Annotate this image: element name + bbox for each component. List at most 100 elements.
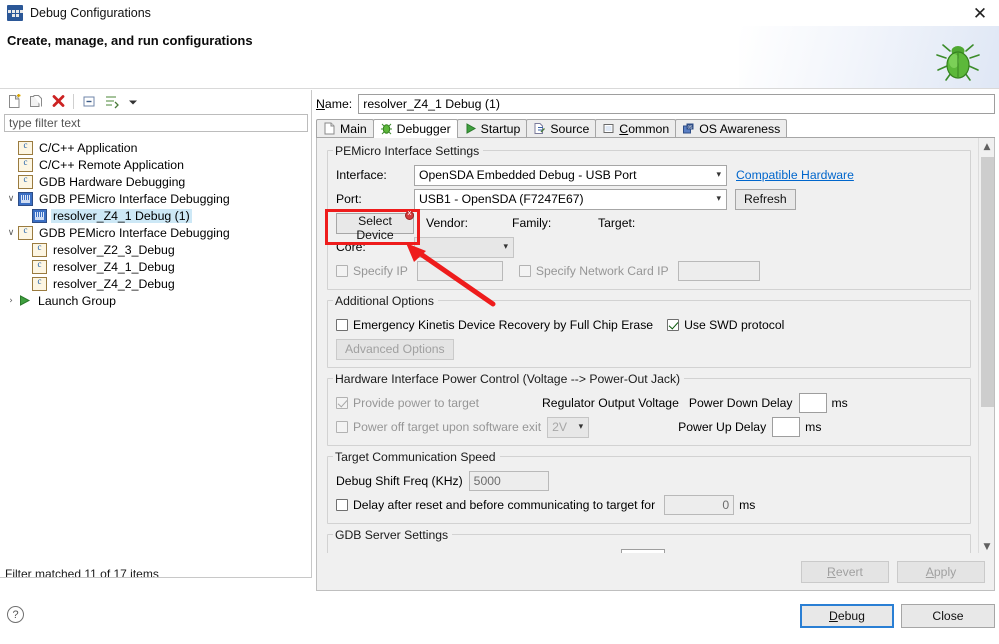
core-row: Core: ▾	[336, 235, 962, 259]
interface-label: Interface:	[336, 168, 414, 182]
tree-item-selected[interactable]: resolver_Z4_1 Debug (1)	[4, 207, 308, 224]
tree-item[interactable]: GDB Hardware Debugging	[4, 173, 308, 190]
power-down-delay-input[interactable]	[799, 393, 827, 413]
os-awareness-icon: 05	[682, 122, 695, 135]
close-icon[interactable]: ✕	[969, 3, 991, 25]
select-device-button[interactable]: Select Device	[336, 213, 414, 234]
close-button[interactable]: Close	[901, 604, 995, 628]
checkbox-box-checked	[667, 319, 679, 331]
port-label: Port:	[336, 192, 414, 206]
duplicate-icon[interactable]	[26, 92, 46, 111]
emergency-kinetis-recovery-label: Emergency Kinetis Device Recovery by Ful…	[353, 318, 653, 332]
tab-label: Source	[550, 122, 589, 136]
provide-power-checkbox[interactable]: Provide power to target	[336, 396, 542, 410]
power-off-on-exit-checkbox[interactable]: Power off target upon software exit	[336, 420, 541, 434]
filter-input[interactable]	[4, 114, 308, 132]
debug-button[interactable]: Debug	[800, 604, 894, 628]
compatible-hardware-link[interactable]: Compatible Hardware	[736, 168, 854, 182]
checkbox-box-checked	[336, 397, 348, 409]
power-up-delay-unit: ms	[805, 420, 821, 434]
power-up-delay-input[interactable]	[772, 417, 800, 437]
tree-item[interactable]: resolver_Z4_2_Debug	[4, 275, 308, 292]
tab-label: OS Awareness	[699, 122, 780, 136]
power-down-delay-label: Power Down Delay	[689, 396, 793, 410]
tree-item[interactable]: C/C++ Remote Application	[4, 156, 308, 173]
page-title: Create, manage, and run configurations	[7, 33, 253, 48]
name-label: Name:	[316, 97, 352, 111]
delay-value-input[interactable]	[664, 495, 734, 515]
header-band: Create, manage, and run configurations	[0, 26, 999, 88]
configuration-name-input[interactable]	[358, 94, 995, 114]
tree-item-label: resolver_Z4_2_Debug	[51, 277, 177, 291]
svg-text:05: 05	[688, 124, 693, 129]
tree-item-label: resolver_Z4_1_Debug	[51, 260, 177, 274]
configuration-editor-panel: Name: Main Debugger Startup	[316, 93, 995, 590]
port-select[interactable]: USB1 - OpenSDA (F7247E67)	[414, 189, 727, 210]
scrollbar-thumb[interactable]	[981, 157, 994, 407]
tree-item[interactable]: resolver_Z4_1_Debug	[4, 258, 308, 275]
error-decorator-icon	[405, 211, 414, 220]
interface-row: Interface: OpenSDA Embedded Debug - USB …	[336, 163, 962, 187]
tab-startup[interactable]: Startup	[457, 119, 528, 137]
regulator-voltage-select[interactable]: 2V	[547, 417, 589, 438]
tree-item[interactable]: C/C++ Application	[4, 139, 308, 156]
emergency-kinetis-recovery-checkbox[interactable]: Emergency Kinetis Device Recovery by Ful…	[336, 318, 653, 332]
core-select[interactable]	[414, 237, 514, 258]
apply-button[interactable]: Apply	[897, 561, 985, 583]
delay-after-reset-checkbox[interactable]: Delay after reset and before communicati…	[336, 498, 655, 512]
power-up-delay-label: Power Up Delay	[678, 420, 766, 434]
debugger-settings-scroll-area: PEMicro Interface Settings Interface: Op…	[316, 138, 995, 556]
tree-item[interactable]: ∨ GDB PEMicro Interface Debugging	[4, 190, 308, 207]
specify-network-card-ip-checkbox[interactable]: Specify Network Card IP	[519, 264, 669, 278]
specify-network-card-ip-input[interactable]	[678, 261, 760, 281]
device-row: Select Device Vendor: Family: Target:	[336, 211, 962, 235]
group-title: Additional Options	[333, 294, 438, 308]
specify-ip-input[interactable]	[417, 261, 503, 281]
checkbox-box	[336, 499, 348, 511]
tree-item-label: resolver_Z4_1 Debug (1)	[51, 209, 192, 223]
tree-expander[interactable]: ∨	[4, 228, 18, 238]
port-combo-wrap: USB1 - OpenSDA (F7247E67) ▾	[414, 189, 727, 210]
tab-main[interactable]: Main	[316, 119, 374, 137]
tab-common[interactable]: Common	[595, 119, 676, 137]
scroll-up-arrow-icon[interactable]: ▲	[979, 138, 995, 155]
tree-expander[interactable]: ›	[4, 296, 18, 306]
interface-combo-wrap: OpenSDA Embedded Debug - USB Port ▾	[414, 165, 727, 186]
tab-os-awareness[interactable]: 05 OS Awareness	[675, 119, 787, 137]
help-question-icon[interactable]: ?	[7, 606, 24, 623]
revert-button[interactable]: Revert	[801, 561, 889, 583]
delay-unit-label: ms	[739, 498, 755, 512]
tree-item[interactable]: › Launch Group	[4, 292, 308, 309]
collapse-all-icon[interactable]	[79, 92, 99, 111]
checkbox-box	[519, 265, 531, 277]
new-launch-configuration-icon[interactable]	[4, 92, 24, 111]
debug-shift-freq-input[interactable]	[469, 471, 549, 491]
group-hardware-power-control: Hardware Interface Power Control (Voltag…	[327, 372, 971, 446]
voltage-combo-wrap: 2V ▾	[547, 417, 589, 438]
tab-source[interactable]: Source	[526, 119, 596, 137]
delete-icon[interactable]	[48, 92, 68, 111]
tab-debugger[interactable]: Debugger	[373, 119, 458, 137]
checkbox-box	[336, 319, 348, 331]
tree-item-label: GDB Hardware Debugging	[37, 175, 187, 189]
use-swd-protocol-checkbox[interactable]: Use SWD protocol	[667, 318, 784, 332]
settings-vertical-scrollbar[interactable]: ▲ ▼	[978, 138, 994, 555]
view-menu-chevron-icon[interactable]	[123, 92, 143, 111]
tab-label: Debugger	[397, 122, 451, 136]
tree-item[interactable]: ∨ GDB PEMicro Interface Debugging	[4, 224, 308, 241]
tree-expander[interactable]: ∨	[4, 194, 18, 204]
filter-icon[interactable]	[101, 92, 121, 111]
launch-configuration-tree[interactable]: C/C++ Application C/C++ Remote Applicati…	[4, 135, 308, 555]
refresh-button[interactable]: Refresh	[735, 189, 796, 210]
specify-ip-checkbox[interactable]: Specify IP	[336, 264, 408, 278]
tree-item-label: C/C++ Remote Application	[37, 158, 186, 172]
group-title: Hardware Interface Power Control (Voltag…	[333, 372, 684, 386]
interface-select[interactable]: OpenSDA Embedded Debug - USB Port	[414, 165, 727, 186]
specify-ip-label: Specify IP	[353, 264, 408, 278]
advanced-options-button[interactable]: Advanced Options	[336, 339, 454, 360]
tab-label: Common	[619, 122, 669, 136]
shift-freq-row: Debug Shift Freq (KHz)	[336, 469, 962, 493]
group-body: Interface: OpenSDA Embedded Debug - USB …	[327, 150, 971, 290]
provide-power-label: Provide power to target	[353, 396, 479, 410]
tree-item[interactable]: resolver_Z2_3_Debug	[4, 241, 308, 258]
